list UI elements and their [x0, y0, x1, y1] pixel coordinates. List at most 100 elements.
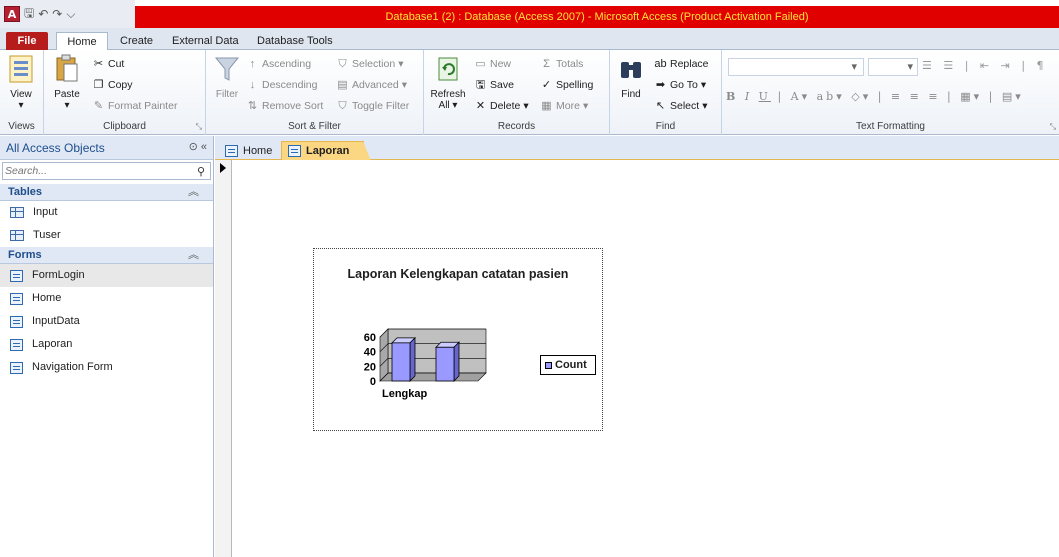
- y-tick-label: 60: [364, 332, 376, 344]
- collapse-chevron-icon[interactable]: ︽: [188, 184, 199, 201]
- find-group-label: Find: [655, 121, 676, 132]
- nav-item-form-navigation-form[interactable]: Navigation Form: [0, 356, 213, 379]
- collapse-chevron-icon[interactable]: ︽: [188, 247, 199, 264]
- save-icon[interactable]: 🖫: [24, 4, 34, 25]
- selection-button[interactable]: ⛉ Selection ▾: [336, 55, 403, 73]
- undo-icon[interactable]: ↶: [38, 7, 48, 21]
- tab-external-data[interactable]: External Data: [166, 32, 245, 50]
- more-button[interactable]: ▦ More ▾: [540, 97, 588, 115]
- font-name-dropdown[interactable]: ▾: [728, 58, 864, 76]
- search-icon[interactable]: ⚲: [192, 165, 210, 178]
- nav-item-form-laporan[interactable]: Laporan: [0, 333, 213, 356]
- tab-create[interactable]: Create: [114, 32, 159, 50]
- tab-home[interactable]: Home: [56, 32, 108, 51]
- doc-tab-laporan[interactable]: Laporan: [281, 141, 372, 161]
- record-selector[interactable]: [215, 160, 232, 557]
- tab-database-tools[interactable]: Database Tools: [251, 32, 339, 50]
- clipboard-group-label: Clipboard: [103, 121, 146, 132]
- formatting-buttons[interactable]: B I U | A▾ ab▾ ◇▾ | ≡ ≡ ≡ | ▦▾ | ▤▾: [726, 90, 1024, 103]
- new-record-button[interactable]: ▭ New: [474, 55, 511, 73]
- spelling-button[interactable]: ✓ Spelling: [540, 76, 593, 94]
- x-category-label: Lengkap: [382, 388, 428, 400]
- table-icon: [10, 230, 24, 241]
- format-painter-button[interactable]: ✎ Format Painter: [92, 97, 178, 115]
- y-tick-label: 20: [364, 361, 376, 373]
- doc-tab-home[interactable]: Home: [219, 141, 280, 160]
- selection-filter-icon: ⛉: [338, 57, 347, 70]
- nav-search-input[interactable]: [3, 163, 192, 179]
- customize-qat-icon[interactable]: ⌵: [66, 7, 75, 22]
- delete-record-button[interactable]: ✕ Delete ▾: [474, 97, 529, 115]
- chart-side-wall: [379, 328, 389, 382]
- records-group: Refresh All ▾ ▭ New 🖫 Save ✕ Delete ▾ Σ Total…: [424, 50, 610, 135]
- advanced-button[interactable]: ▤ Advanced ▾: [336, 76, 407, 94]
- toggle-filter-button[interactable]: ⛉ Toggle Filter: [336, 97, 409, 115]
- cut-button[interactable]: ✂ Cut: [92, 55, 124, 73]
- new-record-icon: ▭: [475, 57, 486, 70]
- navigation-pane: All Access Objects ⊙ « ⚲ Tables ︽ Input …: [0, 136, 214, 557]
- nav-item-table-tuser[interactable]: Tuser: [0, 224, 213, 247]
- copy-icon: ❐: [93, 78, 104, 91]
- clipboard-group: Paste ▾ ✂ Cut ❐ Copy ✎ Format Painter Clipb…: [44, 50, 206, 135]
- sigma-icon: Σ: [543, 57, 550, 70]
- replace-button[interactable]: ab Replace: [654, 55, 708, 73]
- tab-file[interactable]: File: [6, 32, 48, 50]
- refresh-all-button[interactable]: Refresh All ▾: [428, 54, 468, 114]
- nav-group-forms[interactable]: Forms ︽: [0, 247, 213, 264]
- form-icon: [225, 144, 238, 157]
- save-record-button[interactable]: 🖫 Save: [474, 76, 514, 94]
- select-button[interactable]: ↖ Select ▾: [654, 97, 708, 115]
- nav-group-tables[interactable]: Tables ︽: [0, 184, 213, 201]
- ascending-button[interactable]: ↑ Ascending: [246, 55, 311, 73]
- chart-object[interactable]: Laporan Kelengkapan catatan pasien 0 20 40…: [313, 248, 603, 431]
- view-button[interactable]: View ▾: [4, 54, 38, 114]
- nav-item-form-home[interactable]: Home: [0, 287, 213, 310]
- find-group: Find ab Replace ➡ Go To ▾ ↖ Select ▾ Find: [610, 50, 722, 135]
- view-icon: [9, 55, 33, 83]
- totals-button[interactable]: Σ Totals: [540, 55, 583, 73]
- form-icon: [10, 361, 23, 374]
- records-group-label: Records: [497, 121, 536, 132]
- current-record-arrow-icon: [220, 163, 226, 173]
- binoculars-icon: [621, 62, 641, 78]
- list-indent-icons[interactable]: ☰ ☰ | ⇤ ⇥ | ¶: [922, 59, 1048, 72]
- paste-button[interactable]: Paste ▾: [50, 54, 84, 114]
- text-formatting-group: ▾ ▾ ☰ ☰ | ⇤ ⇥ | ¶ B I U | A▾ ab▾ ◇▾ | ≡ …: [722, 50, 1059, 135]
- nav-item-form-formlogin[interactable]: FormLogin: [0, 264, 213, 287]
- remove-sort-button[interactable]: ⇅ Remove Sort: [246, 97, 323, 115]
- descending-button[interactable]: ↓ Descending: [246, 76, 318, 94]
- select-cursor-icon: ↖: [655, 99, 666, 112]
- find-button[interactable]: Find: [614, 54, 648, 114]
- clipboard-launcher-icon[interactable]: ⤡: [196, 122, 202, 132]
- y-tick-label: 40: [364, 347, 376, 359]
- nav-item-table-input[interactable]: Input: [0, 201, 213, 224]
- nav-item-form-inputdata[interactable]: InputData: [0, 310, 213, 333]
- more-icon: ▦: [541, 99, 552, 112]
- ribbon: View ▾ Views Paste ▾ ✂ Cut ❐ Copy ✎ Format …: [0, 50, 1059, 135]
- views-group-label: Views: [8, 121, 35, 132]
- delete-x-icon: ✕: [475, 99, 486, 112]
- toggle-filter-icon: ⛉: [338, 99, 347, 112]
- title-bar: A 🖫 ↶ ↷ ⌵ Database1 (2) : Database (Acce…: [0, 0, 1059, 28]
- nav-pane-header[interactable]: All Access Objects ⊙ «: [0, 136, 213, 160]
- redo-icon[interactable]: ↷: [52, 7, 62, 21]
- copy-button[interactable]: ❐ Copy: [92, 76, 133, 94]
- form-view: Laporan Kelengkapan catatan pasien 0 20 40…: [215, 160, 1059, 557]
- text-formatting-launcher-icon[interactable]: ⤡: [1050, 122, 1056, 132]
- chart-title: Laporan Kelengkapan catatan pasien: [347, 267, 569, 281]
- goto-button[interactable]: ➡ Go To ▾: [654, 76, 706, 94]
- font-size-dropdown[interactable]: ▾: [868, 58, 918, 76]
- advanced-filter-icon: ▤: [337, 78, 348, 91]
- y-tick-label: 0: [370, 376, 376, 388]
- sort-filter-group-label: Sort & Filter: [288, 121, 341, 132]
- nav-pane-controls[interactable]: ⊙ «: [189, 140, 207, 153]
- form-icon: [10, 338, 23, 351]
- goto-arrow-icon: ➡: [655, 78, 666, 91]
- scissors-icon: ✂: [93, 57, 104, 70]
- views-group: View ▾ Views: [0, 50, 44, 135]
- filter-button[interactable]: Filter: [210, 54, 244, 114]
- sort-filter-group: Filter ↑ Ascending ↓ Descending ⇅ Remove So…: [206, 50, 424, 135]
- bar: [391, 342, 411, 382]
- text-formatting-group-label: Text Formatting: [856, 121, 925, 132]
- document-tabs: Home Laporan: [215, 136, 1059, 161]
